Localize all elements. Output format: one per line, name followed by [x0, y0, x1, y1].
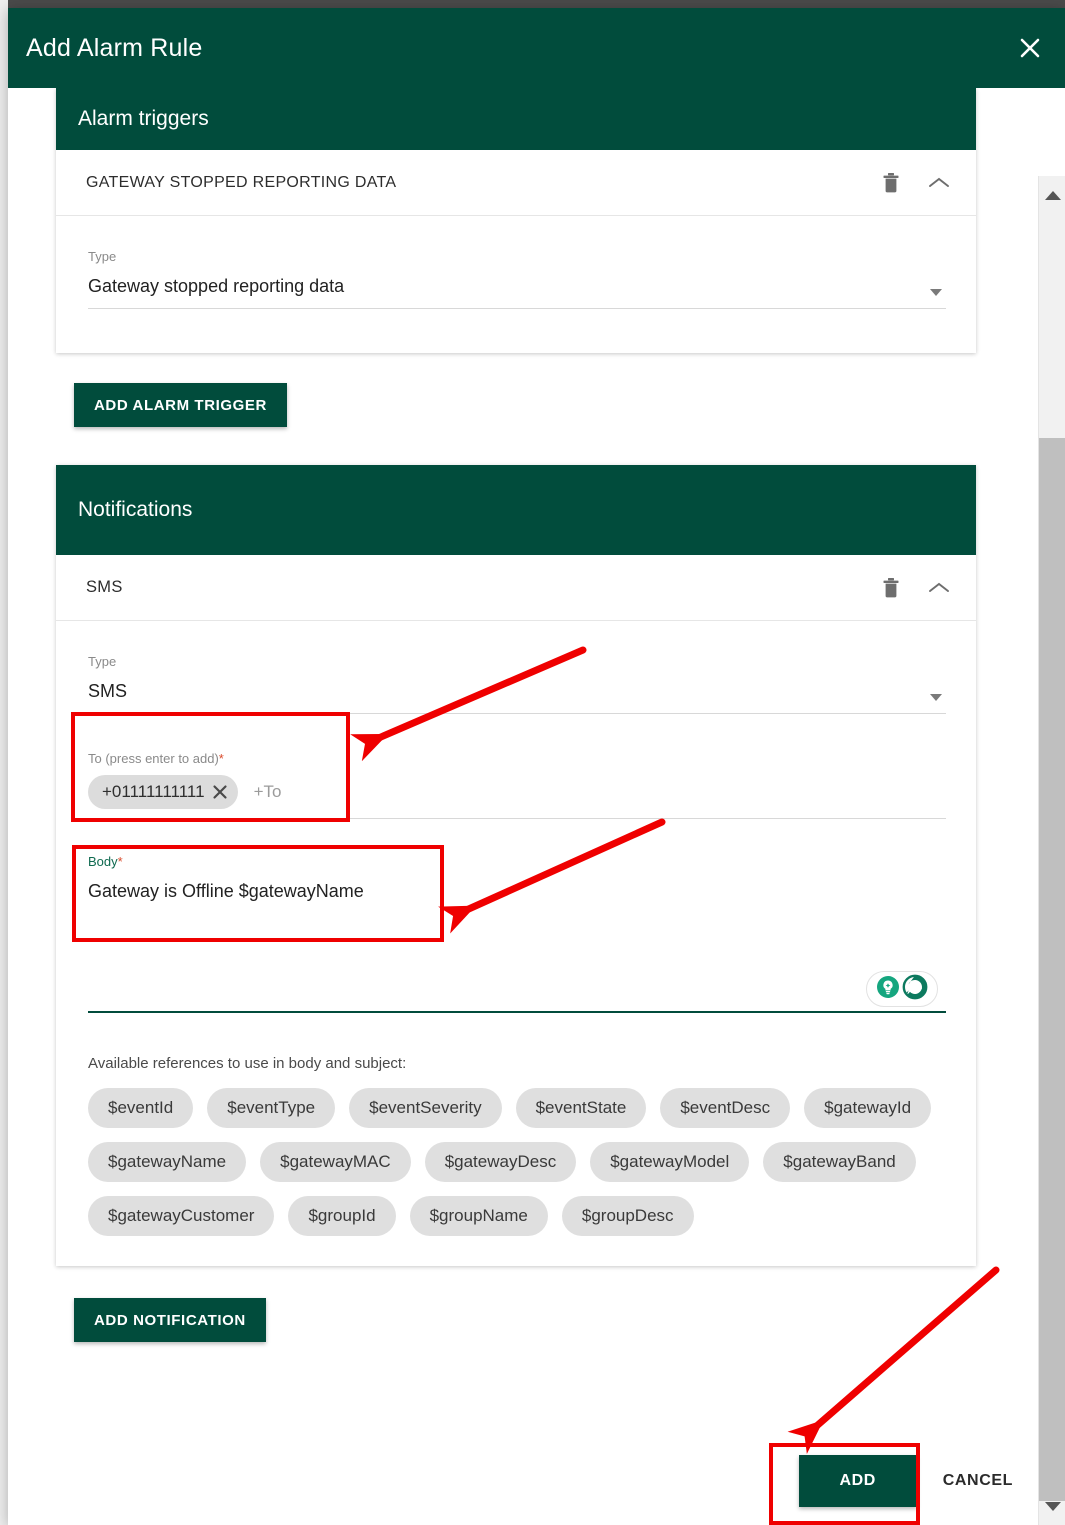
vertical-scrollbar[interactable]	[1038, 176, 1065, 1525]
notification-name: SMS	[86, 578, 123, 596]
reference-chip[interactable]: $gatewayMAC	[260, 1142, 411, 1182]
sms-body-label-text: Body	[88, 854, 118, 869]
sms-to-label-text: To (press enter to add)	[88, 751, 219, 766]
page-title: Add Alarm Rule	[26, 33, 203, 62]
references-rows: $eventId $eventType $eventSeverity $even…	[88, 1088, 946, 1236]
reference-chip[interactable]: $groupId	[288, 1196, 396, 1236]
add-alarm-trigger-button[interactable]: ADD ALARM TRIGGER	[74, 383, 287, 427]
reference-chip[interactable]: $gatewayCustomer	[88, 1196, 275, 1236]
references-label: Available references to use in body and …	[88, 1055, 407, 1072]
alarm-trigger-panel-header[interactable]: GATEWAY STOPPED REPORTING DATA	[56, 150, 976, 216]
lightbulb-icon[interactable]	[876, 975, 900, 1004]
references-row: $eventId $eventType $eventSeverity $even…	[88, 1088, 946, 1128]
alarm-triggers-header: Alarm triggers	[56, 88, 976, 150]
notification-type-value: SMS	[88, 681, 128, 701]
notifications-header: Notifications	[56, 465, 976, 555]
notifications-section: Notifications SMS Type SMS To (press ent…	[56, 465, 976, 1266]
required-asterisk: *	[218, 751, 224, 766]
sms-body-textarea[interactable]: Gateway is Offline $gatewayName	[88, 877, 946, 905]
sms-body-label: Body*	[88, 853, 946, 871]
add-notification-bar: ADD NOTIFICATION	[74, 1298, 1022, 1342]
reference-chip[interactable]: $gatewayBand	[763, 1142, 916, 1182]
scroll-down-arrow-icon[interactable]	[1039, 1493, 1065, 1519]
add-alarm-rule-dialog: Add Alarm Rule Alarm triggers GATEWAY ST…	[8, 8, 1065, 1525]
trash-icon[interactable]	[874, 166, 908, 200]
phone-number-text: +01111111111	[102, 782, 205, 801]
add-alarm-trigger-bar: ADD ALARM TRIGGER	[74, 383, 1022, 427]
sms-to-chips: +01111111111 +To	[88, 774, 946, 810]
add-notification-button[interactable]: ADD NOTIFICATION	[74, 1298, 266, 1342]
grammarly-widget[interactable]	[866, 971, 938, 1007]
chip-close-icon[interactable]	[210, 782, 230, 802]
notifications-title: Notifications	[78, 498, 193, 521]
close-icon[interactable]	[1013, 31, 1047, 65]
alarm-trigger-panel-content: Type Gateway stopped reporting data	[56, 216, 976, 353]
alarm-triggers-section: Alarm triggers GATEWAY STOPPED REPORTING…	[56, 88, 976, 353]
chevron-down-icon[interactable]	[930, 289, 942, 296]
reference-chip[interactable]: $eventState	[515, 1088, 647, 1128]
reference-chip[interactable]: $gatewayId	[804, 1088, 932, 1128]
available-references: Available references to use in body and …	[88, 1055, 946, 1236]
reference-chip[interactable]: $eventType	[207, 1088, 336, 1128]
grammarly-logo-icon[interactable]	[902, 974, 928, 1005]
reference-chip[interactable]: $gatewayDesc	[424, 1142, 577, 1182]
chevron-up-icon[interactable]	[922, 571, 956, 605]
reference-chip[interactable]: $eventSeverity	[349, 1088, 502, 1128]
phone-number-chip[interactable]: +01111111111	[88, 775, 238, 809]
trigger-type-label: Type	[88, 249, 117, 264]
dialog-scroll-body: Alarm triggers GATEWAY STOPPED REPORTING…	[8, 88, 1065, 1525]
trigger-type-field[interactable]: Type Gateway stopped reporting data	[88, 242, 946, 309]
background-strip-left	[0, 0, 8, 1525]
required-asterisk: *	[117, 854, 123, 869]
dialog-content: Alarm triggers GATEWAY STOPPED REPORTING…	[8, 88, 1022, 1342]
reference-chip[interactable]: $gatewayName	[88, 1142, 247, 1182]
reference-chip[interactable]: $groupDesc	[561, 1196, 694, 1236]
chevron-down-icon[interactable]	[930, 694, 942, 701]
sms-to-label: To (press enter to add)*	[88, 750, 946, 768]
sms-body-field[interactable]: Body* Gateway is Offline $gatewayName	[88, 853, 946, 1013]
scrollbar-thumb[interactable]	[1039, 438, 1065, 1501]
trigger-type-value: Gateway stopped reporting data	[88, 276, 345, 296]
notification-panel-content: Type SMS To (press enter to add)* +01111…	[56, 621, 976, 1266]
notification-type-label: Type	[88, 654, 117, 669]
dialog-header: Add Alarm Rule	[8, 8, 1065, 88]
background-strip-top	[0, 0, 1065, 8]
cancel-button[interactable]: CANCEL	[943, 1472, 1013, 1490]
alarm-trigger-name: GATEWAY STOPPED REPORTING DATA	[86, 173, 397, 191]
sms-to-input[interactable]: +To	[254, 782, 282, 802]
chevron-up-icon[interactable]	[922, 166, 956, 200]
reference-chip[interactable]: $eventDesc	[660, 1088, 791, 1128]
notification-panel-header[interactable]: SMS	[56, 555, 976, 621]
reference-chip[interactable]: $groupName	[409, 1196, 548, 1236]
dialog-footer-actions: ADD CANCEL	[798, 1455, 1013, 1507]
add-button[interactable]: ADD	[798, 1455, 917, 1507]
scroll-up-arrow-icon[interactable]	[1039, 182, 1065, 208]
alarm-triggers-title: Alarm triggers	[78, 107, 209, 130]
screen-root: Add Alarm Rule Alarm triggers GATEWAY ST…	[0, 0, 1065, 1525]
sms-to-field[interactable]: To (press enter to add)* +01111111111 +T…	[88, 744, 946, 819]
references-row: $gatewayName $gatewayMAC $gatewayDesc $g…	[88, 1142, 946, 1182]
references-row: $gatewayCustomer $groupId $groupName $gr…	[88, 1196, 946, 1236]
trash-icon[interactable]	[874, 571, 908, 605]
notification-type-field[interactable]: Type SMS	[88, 647, 946, 714]
reference-chip[interactable]: $gatewayModel	[590, 1142, 750, 1182]
reference-chip[interactable]: $eventId	[88, 1088, 194, 1128]
